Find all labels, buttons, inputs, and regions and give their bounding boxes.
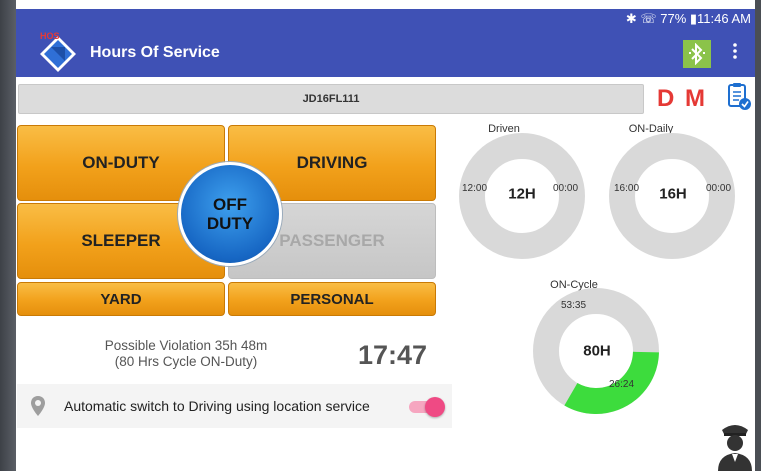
vehicle-id-bar[interactable]: JD16FL111 [18, 84, 644, 114]
driven-left-label: 12:00 [462, 183, 488, 194]
driven-center-value: 12H [508, 185, 536, 203]
on-daily-right-label: 00:00 [706, 183, 732, 194]
d-badge[interactable]: D [657, 85, 674, 113]
on-daily-center-value: 16H [659, 185, 687, 203]
off-duty-button[interactable]: OFF DUTY [178, 162, 282, 266]
yard-button[interactable]: YARD [17, 282, 225, 316]
app-bar: HOS Hours Of Service [16, 29, 755, 77]
clipboard-check-icon[interactable] [726, 80, 752, 112]
auto-switch-row: Automatic switch to Driving using locati… [17, 384, 452, 428]
right-edge [755, 0, 761, 471]
personal-button[interactable]: PERSONAL [228, 282, 436, 316]
violation-line2: (80 Hrs Cycle ON-Duty) [114, 354, 258, 369]
overflow-menu-button[interactable] [728, 41, 742, 65]
app-window: ✱ ☏ 77% ▮11:46 AM HOS Hours Of Service J… [16, 0, 755, 471]
officer-icon[interactable] [716, 420, 754, 471]
off-duty-line1: OFF [213, 195, 247, 214]
driven-right-label: 00:00 [553, 183, 579, 194]
bluetooth-button[interactable] [683, 40, 711, 68]
remaining-time-clock: 17:47 [358, 340, 428, 370]
on-cycle-center-value: 80H [583, 342, 611, 360]
m-badge[interactable]: M [685, 85, 705, 113]
logo-text: HOS [40, 31, 60, 41]
on-cycle-used-label: 26:24 [609, 379, 635, 390]
status-text: ✱ ☏ 77% ▮11:46 AM [625, 11, 751, 26]
left-edge [0, 0, 16, 471]
on-daily-left-label: 16:00 [614, 183, 640, 194]
overflow-menu-icon [733, 43, 737, 59]
auto-switch-label: Automatic switch to Driving using locati… [64, 398, 370, 414]
auto-switch-toggle[interactable] [409, 397, 445, 417]
off-duty-line2: DUTY [206, 214, 254, 233]
location-pin-icon [31, 396, 45, 416]
bluetooth-icon [689, 43, 705, 65]
app-title: Hours Of Service [90, 44, 220, 61]
on-cycle-remaining-label: 53:35 [561, 300, 587, 311]
violation-line1: Possible Violation 35h 48m [104, 338, 268, 353]
violation-message: Possible Violation 35h 48m (80 Hrs Cycle… [76, 338, 296, 370]
toggle-knob [425, 397, 445, 417]
status-bar: ✱ ☏ 77% ▮11:46 AM [16, 9, 755, 29]
